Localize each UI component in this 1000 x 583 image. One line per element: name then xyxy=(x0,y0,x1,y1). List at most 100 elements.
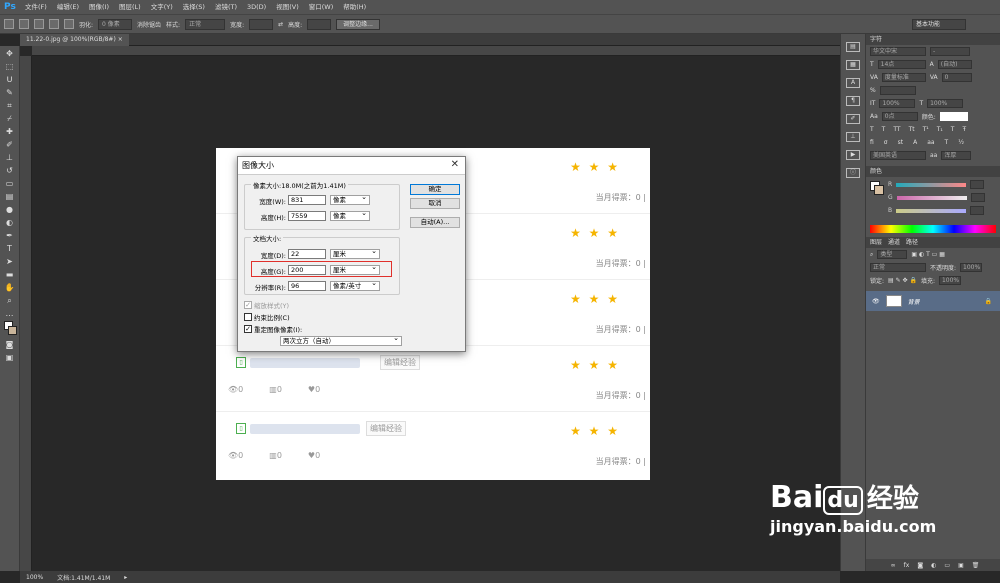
close-icon[interactable]: ✕ xyxy=(451,159,459,170)
tab-color[interactable]: 颜色 xyxy=(870,166,882,177)
swash-icon[interactable]: st xyxy=(898,139,903,146)
menu-help[interactable]: 帮助(H) xyxy=(338,0,371,14)
screen-mode-icon[interactable]: ▣ xyxy=(3,352,17,363)
ornament-icon[interactable]: σ xyxy=(884,139,888,146)
menu-filter[interactable]: 滤镜(T) xyxy=(210,0,242,14)
doc-width-unit-select[interactable]: 厘米 xyxy=(330,247,380,259)
new-layer-icon[interactable]: ▣ xyxy=(958,562,964,569)
text-color-swatch[interactable] xyxy=(939,112,968,121)
strikethrough-icon[interactable]: Ŧ xyxy=(962,126,966,133)
antialias-select[interactable]: 浑厚 xyxy=(941,151,972,160)
character-icon[interactable]: A xyxy=(846,78,860,88)
opacity-input[interactable]: 100% xyxy=(960,263,983,272)
eyedropper-tool-icon[interactable]: ⌿ xyxy=(3,113,17,124)
pen-tool-icon[interactable]: ✒ xyxy=(3,230,17,241)
path-select-tool-icon[interactable]: ➤ xyxy=(3,256,17,267)
color-swatches-icon[interactable] xyxy=(3,321,17,337)
b-input[interactable] xyxy=(970,206,985,215)
resolution-unit-select[interactable]: 像素/英寸 xyxy=(330,279,380,291)
crop-tool-icon[interactable]: ⌗ xyxy=(3,100,17,111)
resample-method-select[interactable]: 两次立方（自动） xyxy=(280,334,402,346)
group-icon[interactable]: ▭ xyxy=(944,562,950,569)
status-arrow-icon[interactable]: ▸ xyxy=(124,574,127,581)
eraser-tool-icon[interactable]: ▭ xyxy=(3,178,17,189)
cancel-button[interactable]: 取消 xyxy=(410,198,460,209)
scale-styles-checkbox[interactable]: ✓ 缩放样式(Y) xyxy=(244,300,289,310)
resolution-input[interactable]: 96 xyxy=(288,281,326,291)
actions-icon[interactable]: ▶ xyxy=(846,150,860,160)
b-slider[interactable] xyxy=(896,208,967,213)
type-tool-icon[interactable]: T xyxy=(3,243,17,254)
auto-button[interactable]: 自动(A)... xyxy=(410,217,460,228)
add-selection-icon[interactable] xyxy=(34,19,44,29)
ordinal-icon[interactable]: aa xyxy=(927,139,934,146)
language-select[interactable]: 美国英语 xyxy=(870,151,926,160)
px-width-input[interactable]: 831 xyxy=(288,195,326,205)
vertical-scale-input[interactable]: 100% xyxy=(879,99,916,108)
kerning-input[interactable]: 度量标准 xyxy=(881,73,926,82)
zoom-level[interactable]: 100% xyxy=(26,574,43,581)
font-size-input[interactable]: 14点 xyxy=(877,60,926,69)
menu-image[interactable]: 图像(I) xyxy=(84,0,114,14)
underline-icon[interactable]: T xyxy=(951,126,955,133)
hand-tool-icon[interactable]: ✋ xyxy=(3,282,17,293)
close-tab-icon[interactable]: × xyxy=(118,36,123,43)
filter-icons[interactable]: ▣ ◐ T ▭ ▦ xyxy=(911,251,945,258)
subscript-icon[interactable]: T₁ xyxy=(937,126,943,133)
layer-row-background[interactable]: 👁 背景 🔒 xyxy=(866,291,1000,311)
faux-bold-icon[interactable]: T xyxy=(870,126,874,133)
resample-checkbox[interactable]: ✓ 重定图像像素(I): xyxy=(244,324,302,334)
antialias-checkbox[interactable]: 消除锯齿 xyxy=(137,20,161,29)
mask-icon[interactable]: ◙ xyxy=(917,562,923,569)
fill-input[interactable]: 100% xyxy=(938,276,961,285)
info-icon[interactable]: ⓘ xyxy=(846,168,860,178)
leading-input[interactable]: (自动) xyxy=(937,60,972,69)
history-brush-tool-icon[interactable]: ↺ xyxy=(3,165,17,176)
menu-file[interactable]: 文件(F) xyxy=(20,0,52,14)
clone-source-icon[interactable]: ⊥ xyxy=(846,132,860,142)
intersect-selection-icon[interactable] xyxy=(64,19,74,29)
fx-icon[interactable]: fx xyxy=(904,562,910,569)
stylistic-icon[interactable]: A xyxy=(913,139,917,146)
layer-name[interactable]: 背景 xyxy=(908,297,920,306)
px-height-input[interactable]: 7559 xyxy=(288,211,326,221)
g-slider[interactable] xyxy=(896,195,967,200)
brush-tool-icon[interactable]: ✐ xyxy=(3,139,17,150)
menu-layer[interactable]: 图层(L) xyxy=(114,0,146,14)
tab-paths[interactable]: 路径 xyxy=(906,237,918,248)
healing-tool-icon[interactable]: ✚ xyxy=(3,126,17,137)
style-select[interactable]: 正常 xyxy=(185,18,226,30)
menu-edit[interactable]: 编辑(E) xyxy=(52,0,84,14)
tab-channels[interactable]: 通道 xyxy=(888,237,900,248)
tab-layers[interactable]: 图层 xyxy=(870,237,882,248)
refine-edge-button[interactable]: 调整边缘... xyxy=(336,18,380,30)
quick-mask-icon[interactable]: ◙ xyxy=(3,339,17,350)
ligature-icon[interactable]: fi xyxy=(870,139,874,146)
horizontal-scale-input[interactable]: 100% xyxy=(927,99,964,108)
g-input[interactable] xyxy=(970,193,985,202)
menu-window[interactable]: 窗口(W) xyxy=(304,0,339,14)
color-spectrum[interactable] xyxy=(870,225,996,233)
superscript-icon[interactable]: T¹ xyxy=(923,126,929,133)
layer-kind-select[interactable]: 类型 xyxy=(877,250,908,259)
small-caps-icon[interactable]: Tt xyxy=(909,126,915,133)
tracking-input[interactable]: 0 xyxy=(941,73,972,82)
workspace-select[interactable]: 基本功能 xyxy=(912,19,966,30)
gradient-tool-icon[interactable]: ▤ xyxy=(3,191,17,202)
font-style-select[interactable]: - xyxy=(930,47,970,56)
px-width-unit-select[interactable]: 像素 xyxy=(330,193,370,205)
shape-tool-icon[interactable]: ▬ xyxy=(3,269,17,280)
menu-3d[interactable]: 3D(D) xyxy=(242,0,271,14)
edit-toolbar-icon[interactable]: … xyxy=(3,308,17,319)
r-input[interactable] xyxy=(970,180,985,189)
feather-input[interactable]: 0 像素 xyxy=(98,18,133,30)
adjustment-icon[interactable]: ◐ xyxy=(931,562,936,569)
tab-character[interactable]: 字符 xyxy=(870,34,882,45)
baseline-input[interactable]: 0点 xyxy=(881,112,918,121)
document-tab[interactable]: 11.22-0.jpg @ 100%(RGB/8#) × xyxy=(20,34,129,46)
zoom-tool-icon[interactable]: ⌕ xyxy=(3,295,17,306)
faux-italic-icon[interactable]: T xyxy=(882,126,886,133)
brush-preset-icon[interactable]: ✐ xyxy=(846,114,860,124)
swap-icon[interactable]: ⇄ xyxy=(278,21,283,28)
fraction-icon[interactable]: ½ xyxy=(958,139,964,146)
